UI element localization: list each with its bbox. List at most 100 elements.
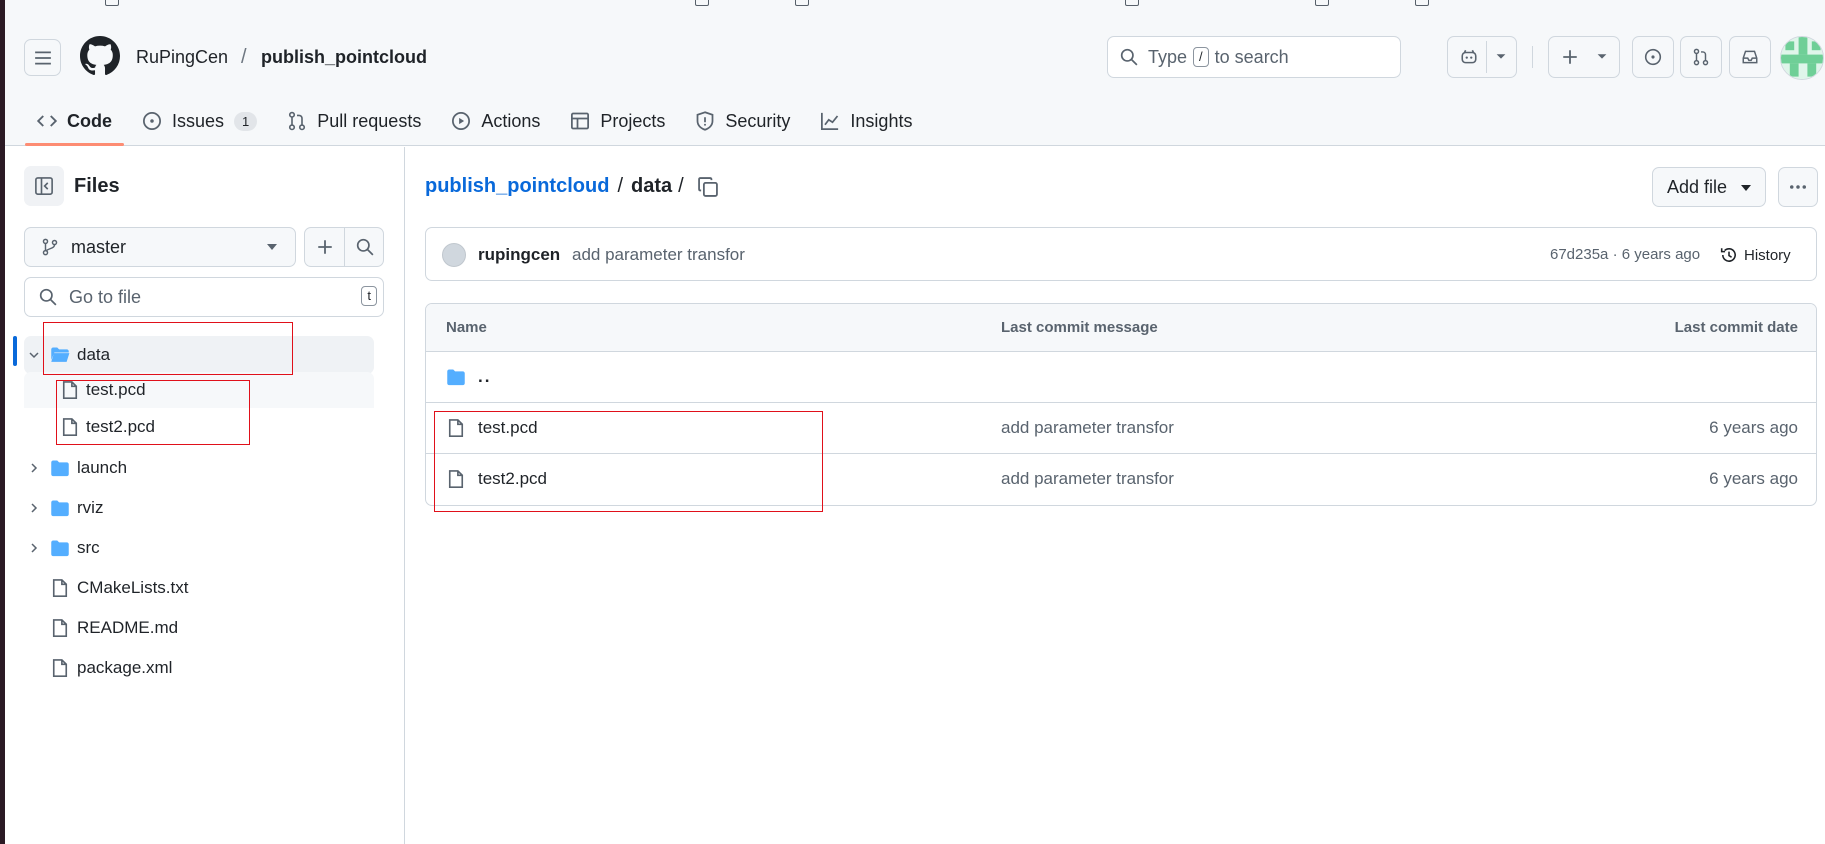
file-commit-date: 6 years ago	[1709, 418, 1798, 437]
go-to-file-placeholder: Go to file	[69, 286, 142, 307]
annotation-box	[434, 411, 823, 512]
code-icon	[37, 115, 57, 127]
menu-button[interactable]	[24, 39, 61, 76]
create-new-button[interactable]	[1548, 36, 1620, 78]
column-header-date: Last commit date	[1674, 319, 1798, 336]
breadcrumb-repo-link[interactable]: publish_pointcloud	[425, 175, 609, 198]
chevron-right-icon[interactable]	[26, 460, 42, 476]
commit-message-link[interactable]: add parameter transfor	[572, 245, 745, 265]
bookmark-folder-icon[interactable]	[1125, 0, 1139, 6]
tree-item-label: README.md	[77, 618, 179, 637]
tab-issues[interactable]: Issues 1	[130, 96, 269, 146]
bookmark-folder-icon[interactable]	[1315, 0, 1329, 6]
caret-down-icon	[1741, 185, 1751, 191]
tab-security[interactable]: Security	[683, 96, 802, 146]
file-icon	[52, 579, 68, 597]
tab-label: Pull requests	[317, 110, 422, 131]
pull-request-icon	[1693, 48, 1709, 66]
commit-author-link[interactable]: rupingcen	[478, 245, 560, 265]
pull-request-icon	[289, 111, 306, 131]
copilot-icon	[1461, 49, 1477, 64]
chevron-down-icon[interactable]	[26, 347, 42, 363]
chevron-right-icon[interactable]	[26, 540, 42, 556]
file-icon	[52, 659, 68, 677]
your-issues-button[interactable]	[1632, 36, 1674, 78]
go-to-file-input[interactable]: Go to file t	[24, 277, 384, 317]
bookmark-folder-icon[interactable]	[1415, 0, 1429, 6]
breadcrumb: publish_pointcloud / data /	[425, 175, 684, 198]
bookmark-folder-icon[interactable]	[105, 0, 119, 6]
tab-actions[interactable]: Actions	[439, 96, 552, 146]
column-header-name: Name	[446, 319, 487, 336]
more-options-button[interactable]	[1778, 167, 1818, 207]
active-item-indicator	[13, 336, 17, 366]
tab-projects[interactable]: Projects	[558, 96, 677, 146]
folder-icon	[51, 500, 69, 517]
file-commit-message-link[interactable]: add parameter transfor	[1001, 418, 1174, 438]
user-avatar[interactable]	[1780, 36, 1824, 80]
history-button[interactable]: History	[1720, 241, 1791, 269]
tree-item-launch[interactable]: launch	[24, 449, 374, 487]
search-icon	[356, 238, 374, 256]
chevron-right-icon[interactable]	[26, 500, 42, 516]
sidebar-actions	[304, 227, 384, 267]
folder-icon	[447, 369, 465, 386]
add-file-dropdown-button[interactable]: Add file	[1652, 167, 1766, 207]
repo-name-link[interactable]: publish_pointcloud	[261, 47, 427, 68]
github-logo-icon[interactable]	[80, 36, 120, 76]
table-icon	[571, 112, 590, 130]
bookmark-folder-icon[interactable]	[695, 0, 709, 6]
file-commit-message-link[interactable]: add parameter transfor	[1001, 469, 1174, 489]
file-tree-sidebar: Files master Go to file t data test.pcd …	[5, 147, 405, 844]
tab-code[interactable]: Code	[25, 96, 124, 146]
tab-insights[interactable]: Insights	[808, 96, 924, 146]
search-shortcut-key: /	[1193, 47, 1209, 67]
tab-label: Security	[725, 110, 791, 131]
bookmark-folder-icon[interactable]	[795, 0, 809, 6]
tree-item-package-xml[interactable]: package.xml	[24, 649, 374, 687]
header-divider	[1532, 46, 1533, 68]
tab-pull-requests[interactable]: Pull requests	[275, 96, 433, 146]
breadcrumb-current-folder: data	[631, 175, 673, 197]
author-avatar[interactable]	[442, 243, 466, 267]
main-content: publish_pointcloud / data / Add file rup…	[406, 147, 1825, 844]
sidebar-title: Files	[74, 175, 120, 197]
copilot-button[interactable]	[1447, 36, 1517, 78]
file-icon	[52, 619, 68, 637]
repo-owner-link[interactable]: RuPingCen	[136, 47, 228, 68]
tree-item-label: rviz	[77, 498, 104, 517]
chevron-down-icon[interactable]	[1494, 49, 1508, 63]
search-prefix: Type	[1148, 46, 1188, 67]
tree-item-cmakelists[interactable]: CMakeLists.txt	[24, 569, 374, 607]
go-to-file-shortcut-key: t	[361, 286, 377, 306]
tree-item-readme[interactable]: README.md	[24, 609, 374, 647]
parent-directory-link[interactable]: ..	[478, 367, 491, 387]
collapse-sidebar-button[interactable]	[24, 166, 64, 206]
identicon-icon	[1781, 37, 1823, 79]
tree-item-label: src	[77, 538, 100, 557]
folder-icon	[51, 540, 69, 557]
add-file-button[interactable]	[305, 228, 345, 266]
issue-icon	[143, 112, 161, 130]
search-input[interactable]: Type / to search	[1107, 36, 1401, 78]
branch-selector[interactable]: master	[24, 227, 296, 267]
copy-path-icon[interactable]	[697, 176, 719, 198]
issues-count-badge: 1	[234, 111, 258, 131]
owner-repo-separator: /	[241, 46, 247, 68]
annotation-box	[56, 380, 250, 445]
graph-icon	[821, 112, 839, 130]
tab-label: Issues	[172, 110, 225, 131]
tree-item-label: package.xml	[77, 658, 173, 677]
history-icon	[1720, 248, 1736, 262]
tab-label: Code	[67, 110, 112, 131]
table-row-parent[interactable]: ..	[426, 352, 1816, 403]
tree-item-src[interactable]: src	[24, 529, 374, 567]
chevron-down-icon	[1597, 54, 1607, 59]
tab-label: Actions	[481, 110, 541, 131]
your-pull-requests-button[interactable]	[1680, 36, 1722, 78]
search-files-button[interactable]	[345, 228, 385, 266]
inbox-button[interactable]	[1729, 36, 1771, 78]
commit-hash-and-time[interactable]: 67d235a · 6 years ago	[1550, 246, 1700, 263]
tree-item-rviz[interactable]: rviz	[24, 489, 374, 527]
tree-item-label: launch	[77, 458, 128, 477]
